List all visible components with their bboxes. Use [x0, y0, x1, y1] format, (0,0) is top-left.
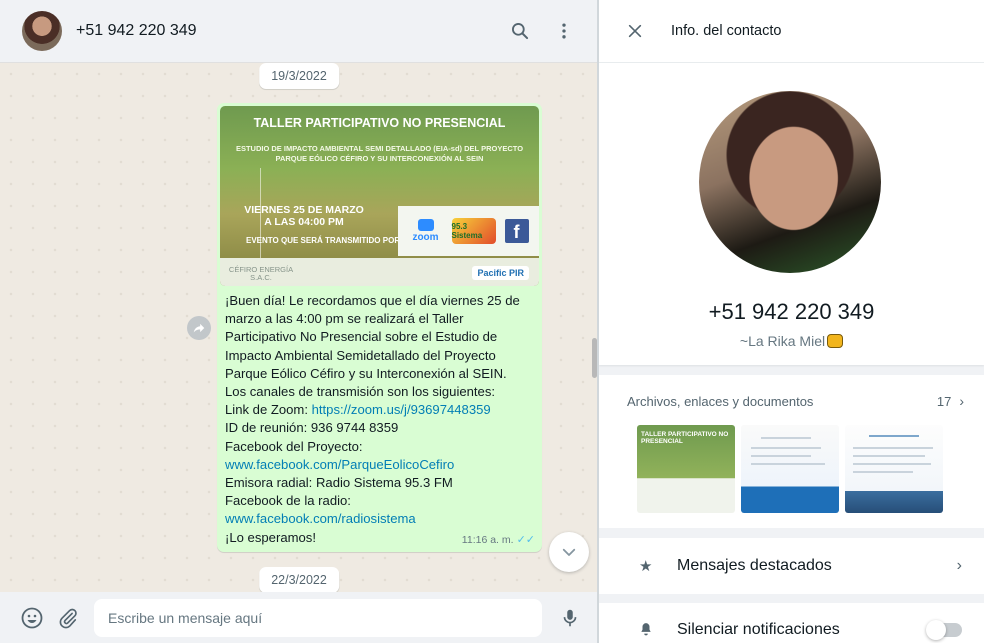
mute-toggle[interactable]: [926, 620, 962, 640]
close-icon[interactable]: [625, 21, 645, 41]
media-section[interactable]: Archivos, enlaces y documentos 17 › TALLE…: [599, 375, 984, 528]
media-thumbnail[interactable]: TALLER PARTICIPATIVO NO PRESENCIAL: [637, 425, 735, 513]
message-list[interactable]: 19/3/2022 TALLER PARTICIPATIVO NO PRESEN…: [0, 63, 597, 592]
message-image-poster[interactable]: TALLER PARTICIPATIVO NO PRESENCIAL ESTUD…: [220, 106, 539, 286]
thumbnail-line: [853, 455, 925, 457]
radio-logo: 95.3 Sistema: [451, 218, 496, 244]
chevron-right-icon: ›: [959, 393, 964, 409]
poster-partner-logo: Pacific PIR: [472, 266, 529, 280]
chat-pane: +51 942 220 349 19/3/2022 TALLER PARTICI…: [0, 0, 598, 643]
paperclip-icon[interactable]: [52, 602, 84, 634]
forward-icon[interactable]: [187, 316, 211, 340]
starred-messages-row[interactable]: ★ Mensajes destacados ›: [599, 538, 984, 594]
scrollbar-thumb[interactable]: [592, 338, 597, 378]
thumbnail-line: [751, 463, 825, 465]
date-separator: 22/3/2022: [259, 567, 339, 592]
double-check-icon: ✓✓: [516, 533, 535, 546]
poster-company: CÉFIRO ENERGÍA S.A.C.: [228, 265, 294, 282]
mute-notifications-row[interactable]: Silenciar notificaciones: [599, 603, 984, 643]
contact-info-title: Info. del contacto: [671, 23, 782, 39]
message-text-part: ID de reunión: 936 9744 8359 Facebook de…: [225, 420, 399, 454]
media-count[interactable]: 17 ›: [937, 393, 964, 409]
contact-info-pane: Info. del contacto +51 942 220 349 ~La R…: [599, 0, 984, 643]
emoji-icon[interactable]: [16, 602, 48, 634]
message-text: ¡Buen día! Le recordamos que el día vier…: [220, 286, 539, 547]
thumbnail-line: [853, 447, 933, 449]
media-thumbnails: TALLER PARTICIPATIVO NO PRESENCIAL: [599, 425, 984, 513]
chat-header[interactable]: +51 942 220 349: [0, 0, 597, 63]
search-icon[interactable]: [502, 13, 538, 49]
message-input[interactable]: [94, 598, 542, 637]
thumbnail-line: [853, 471, 913, 473]
thumbnail-line: [751, 447, 821, 449]
profile-phone: +51 942 220 349: [708, 299, 875, 324]
chevron-right-icon: ›: [956, 557, 962, 574]
thumbnail-line: [869, 435, 919, 437]
media-label: Archivos, enlaces y documentos: [627, 393, 814, 409]
poster-title: TALLER PARTICIPATIVO NO PRESENCIAL: [253, 116, 506, 130]
profile-about-text: ~La Rika Miel: [739, 333, 826, 349]
thumbnail-text: TALLER PARTICIPATIVO NO PRESENCIAL: [641, 431, 729, 445]
poster-subtitle: ESTUDIO DE IMPACTO AMBIENTAL SEMI DETALL…: [235, 144, 524, 163]
scroll-to-bottom-button[interactable]: [549, 532, 589, 572]
poster-event-line: EVENTO QUE SERÁ TRANSMITIDO POR:: [246, 236, 403, 245]
media-header[interactable]: Archivos, enlaces y documentos 17 ›: [599, 375, 984, 427]
bell-icon: [639, 622, 661, 640]
starred-messages-label: Mensajes destacados: [677, 557, 832, 574]
profile-photo[interactable]: [699, 91, 881, 273]
contact-info-header: Info. del contacto: [599, 0, 984, 63]
date-separator: 19/3/2022: [259, 63, 339, 89]
thumbnail-line: [853, 463, 931, 465]
chevron-down-icon: [562, 548, 576, 556]
radio-facebook-link[interactable]: www.facebook.com/radiosistema: [225, 511, 416, 526]
more-vertical-icon[interactable]: [546, 13, 582, 49]
message-time: 11:16 a. m.: [461, 533, 514, 546]
thumbnail-line: [761, 437, 811, 439]
facebook-logo: f: [504, 219, 529, 243]
message-text-part: ¡Lo esperamos!: [225, 529, 316, 545]
poster-date: VIERNES 25 DE MARZO A LAS 04:00 PM: [244, 204, 364, 228]
zoom-link[interactable]: https://zoom.us/j/93697448359: [312, 402, 491, 417]
media-thumbnail[interactable]: [741, 425, 839, 513]
message-text-part: Emisora radial: Radio Sistema 95.3 FM Fa…: [225, 475, 453, 509]
media-thumbnail[interactable]: [845, 425, 943, 513]
poster-logos: zoom 95.3 Sistema f: [398, 206, 539, 256]
profile-section: +51 942 220 349 ~La Rika Miel: [599, 63, 984, 365]
zoom-logo: zoom: [409, 219, 443, 243]
message-text-part: ¡Buen día! Le recordamos que el día vier…: [225, 293, 520, 418]
contact-avatar[interactable]: [22, 11, 62, 51]
thumbnail-line: [751, 455, 811, 457]
microphone-icon[interactable]: [554, 602, 586, 634]
message-bubble-outgoing[interactable]: TALLER PARTICIPATIVO NO PRESENCIAL ESTUD…: [217, 103, 542, 552]
star-icon: ★: [639, 558, 653, 575]
profile-about: ~La Rika Miel: [599, 333, 984, 349]
media-count-value: 17: [936, 393, 952, 409]
mute-notifications-label: Silenciar notificaciones: [677, 621, 840, 638]
zoom-label: zoom: [412, 232, 439, 243]
project-facebook-link[interactable]: www.facebook.com/ParqueEolicoCefiro: [225, 457, 454, 472]
message-composer: [0, 592, 597, 643]
honey-pot-emoji-icon: [827, 334, 844, 348]
chat-contact-name[interactable]: +51 942 220 349: [76, 22, 494, 40]
